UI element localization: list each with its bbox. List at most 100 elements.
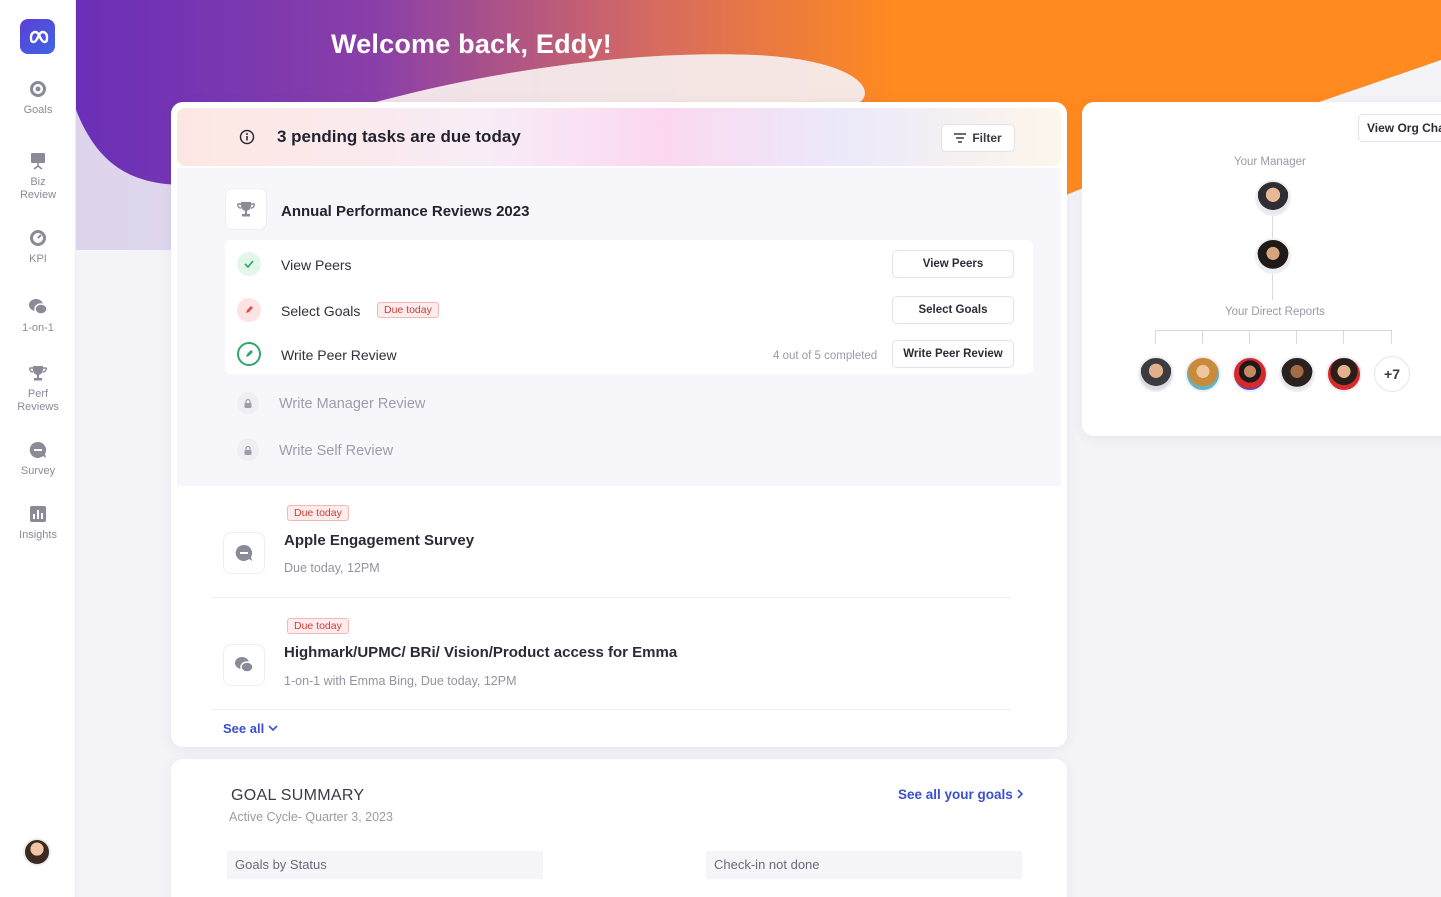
sidebar-item-perf-reviews[interactable]: Perf Reviews bbox=[0, 364, 76, 414]
due-today-badge: Due today bbox=[377, 302, 439, 318]
direct-report-avatar[interactable] bbox=[1326, 356, 1362, 392]
task-title[interactable]: Apple Engagement Survey bbox=[284, 532, 474, 549]
filter-icon bbox=[954, 133, 967, 143]
goal-summary-card: GOAL SUMMARY Active Cycle- Quarter 3, 20… bbox=[171, 759, 1067, 897]
filter-button-label: Filter bbox=[972, 131, 1002, 145]
goal-summary-title: GOAL SUMMARY bbox=[231, 787, 365, 804]
review-step: Write Peer Review 4 out of 5 completed W… bbox=[225, 332, 1033, 374]
goal-cycle-text: Active Cycle- Quarter 3, 2023 bbox=[229, 810, 393, 824]
filter-button[interactable]: Filter bbox=[941, 124, 1015, 152]
review-title: Annual Performance Reviews 2023 bbox=[281, 203, 530, 220]
step-label: View Peers bbox=[281, 257, 352, 273]
direct-report-avatar[interactable] bbox=[1232, 356, 1268, 392]
due-today-badge: Due today bbox=[287, 505, 349, 521]
pending-tasks-header: 3 pending tasks are due today Filter bbox=[177, 108, 1061, 166]
select-goals-button[interactable]: Select Goals bbox=[892, 296, 1014, 324]
sidebar-item-label: Perf Reviews bbox=[17, 388, 59, 413]
sidebar-item-label: KPI bbox=[29, 253, 47, 265]
task-item[interactable]: Due today Apple Engagement Survey Due to… bbox=[211, 486, 1011, 598]
pencil-icon bbox=[237, 298, 261, 322]
task-item[interactable]: Due today Highmark/UPMC/ BRi/ Vision/Pro… bbox=[211, 598, 1011, 710]
direct-report-avatar[interactable] bbox=[1138, 356, 1174, 392]
review-step: Select Goals Due today Select Goals bbox=[225, 288, 1033, 330]
trophy-icon bbox=[237, 202, 255, 217]
direct-reports-label: Your Direct Reports bbox=[1225, 306, 1325, 318]
locked-step-label: Write Manager Review bbox=[279, 396, 426, 412]
step-label: Select Goals bbox=[281, 303, 361, 319]
survey-task-icon-box bbox=[223, 532, 265, 574]
check-in-not-done-header: Check-in not done bbox=[706, 851, 1022, 879]
target-icon bbox=[30, 81, 46, 97]
review-step: View Peers View Peers bbox=[225, 242, 1033, 284]
manager-avatar[interactable] bbox=[1255, 180, 1291, 216]
more-reports-count[interactable]: +7 bbox=[1374, 356, 1410, 392]
sidebar-item-kpi[interactable]: KPI bbox=[0, 229, 76, 266]
org-connector bbox=[1272, 216, 1273, 238]
review-steps: View Peers View Peers Select Goals Due t… bbox=[225, 240, 1033, 374]
pending-tasks-title: 3 pending tasks are due today bbox=[277, 127, 521, 146]
gauge-icon bbox=[30, 230, 46, 246]
review-icon-box bbox=[225, 188, 267, 230]
sidebar-item-label: Goals bbox=[23, 104, 53, 116]
step-progress-text: 4 out of 5 completed bbox=[773, 350, 878, 362]
org-connector bbox=[1249, 330, 1250, 344]
org-connector bbox=[1155, 330, 1392, 331]
chevron-right-icon bbox=[1016, 789, 1023, 799]
sidebar-item-biz-review[interactable]: Biz Review bbox=[0, 152, 76, 202]
see-all-goals-label: See all your goals bbox=[898, 787, 1013, 802]
manager-label: Your Manager bbox=[1234, 156, 1306, 168]
presentation-icon bbox=[31, 153, 45, 170]
info-icon bbox=[239, 129, 255, 145]
direct-report-avatar[interactable] bbox=[1279, 356, 1315, 392]
pending-tasks-card: 3 pending tasks are due today Filter Ann… bbox=[171, 102, 1067, 747]
sidebar-item-label: 1-on-1 bbox=[22, 322, 54, 334]
see-all-goals-link[interactable]: See all your goals bbox=[898, 787, 1024, 802]
locked-step: Write Self Review bbox=[225, 435, 825, 465]
step-label: Write Peer Review bbox=[281, 347, 397, 363]
org-connector bbox=[1155, 330, 1156, 344]
task-subtitle: Due today, 12PM bbox=[284, 561, 380, 575]
lock-icon bbox=[237, 392, 259, 414]
bar-chart-icon bbox=[30, 506, 46, 522]
task-title[interactable]: Highmark/UPMC/ BRi/ Vision/Product acces… bbox=[284, 644, 677, 661]
view-org-chart-button[interactable]: View Org Chart bbox=[1358, 114, 1441, 142]
check-icon bbox=[237, 252, 261, 276]
sidebar-item-label: Survey bbox=[20, 465, 56, 477]
logo-icon bbox=[29, 30, 48, 43]
locked-step-label: Write Self Review bbox=[279, 443, 394, 459]
chat-bubbles-icon bbox=[29, 299, 48, 315]
due-today-badge: Due today bbox=[287, 618, 349, 634]
survey-bubble-icon bbox=[29, 441, 47, 458]
self-avatar[interactable] bbox=[1255, 238, 1291, 274]
see-all-label: See all bbox=[223, 721, 265, 736]
welcome-heading: Welcome back, Eddy! bbox=[331, 29, 612, 59]
view-peers-button[interactable]: View Peers bbox=[892, 250, 1014, 278]
org-connector bbox=[1343, 330, 1344, 344]
locked-step: Write Manager Review bbox=[225, 388, 825, 418]
sidebar-item-survey[interactable]: Survey bbox=[0, 441, 76, 478]
org-connector bbox=[1272, 274, 1273, 300]
sidebar: Goals Biz Review KPI 1-on-1 Perf Reviews… bbox=[0, 0, 76, 897]
write-peer-review-button[interactable]: Write Peer Review bbox=[892, 340, 1014, 368]
trophy-icon bbox=[29, 366, 47, 381]
sidebar-item-insights[interactable]: Insights bbox=[0, 505, 76, 542]
progress-pencil-icon bbox=[237, 342, 261, 366]
direct-report-avatar[interactable] bbox=[1185, 356, 1221, 392]
org-connector bbox=[1202, 330, 1203, 344]
performance-review-section: Annual Performance Reviews 2023 View Pee… bbox=[177, 168, 1061, 486]
org-connector bbox=[1391, 330, 1392, 344]
task-subtitle: 1-on-1 with Emma Bing, Due today, 12PM bbox=[284, 674, 517, 688]
survey-bubble-icon bbox=[235, 544, 253, 561]
chat-bubbles-icon bbox=[235, 657, 254, 673]
sidebar-item-1on1[interactable]: 1-on-1 bbox=[0, 298, 76, 335]
sidebar-item-label: Biz Review bbox=[19, 176, 57, 201]
sidebar-item-goals[interactable]: Goals bbox=[0, 80, 76, 117]
sidebar-item-label: Insights bbox=[19, 529, 57, 541]
org-connector bbox=[1296, 330, 1297, 344]
goals-by-status-header: Goals by Status bbox=[227, 851, 543, 879]
app-logo[interactable] bbox=[20, 19, 55, 54]
user-avatar[interactable] bbox=[23, 838, 51, 866]
see-all-link[interactable]: See all bbox=[223, 721, 278, 736]
chevron-down-icon bbox=[268, 725, 278, 732]
org-chart-card: View Org Chart Your Manager Your Direct … bbox=[1082, 102, 1441, 436]
